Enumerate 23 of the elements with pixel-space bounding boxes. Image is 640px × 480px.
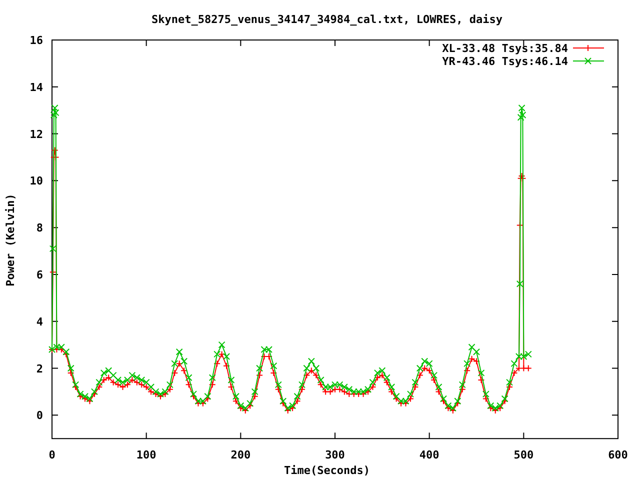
- tick-label: 500: [514, 448, 534, 462]
- tick-label: 100: [136, 448, 156, 462]
- legend-line: [572, 58, 604, 64]
- tick-label: 300: [325, 448, 345, 462]
- tick-label: 0: [48, 448, 56, 462]
- tick-label: 600: [608, 448, 628, 462]
- tick-label: 2: [36, 362, 43, 376]
- legend-label: YR-43.46 Tsys:46.14: [442, 55, 568, 68]
- tick-label: 400: [419, 448, 440, 462]
- tick-label: 12: [30, 128, 43, 141]
- legend-label: XL-33.48 Tsys:35.84: [442, 42, 568, 55]
- tick-label: 16: [30, 34, 43, 47]
- tick-label: 14: [30, 80, 43, 94]
- chart-title: Skynet_58275_venus_34147_34984_cal.txt, LOWRES, daisy: [152, 13, 502, 26]
- tick-label: 0: [36, 409, 43, 422]
- tick-label: 200: [230, 448, 251, 462]
- axis-label: Time(Seconds): [284, 464, 370, 477]
- tick-label: 10: [30, 174, 43, 188]
- tick-label: 6: [36, 268, 43, 282]
- legend-line: [572, 44, 604, 52]
- tick-label: 8: [36, 222, 43, 235]
- axis-label: Power (Kelvin): [4, 194, 17, 286]
- tick-label: 4: [36, 315, 43, 328]
